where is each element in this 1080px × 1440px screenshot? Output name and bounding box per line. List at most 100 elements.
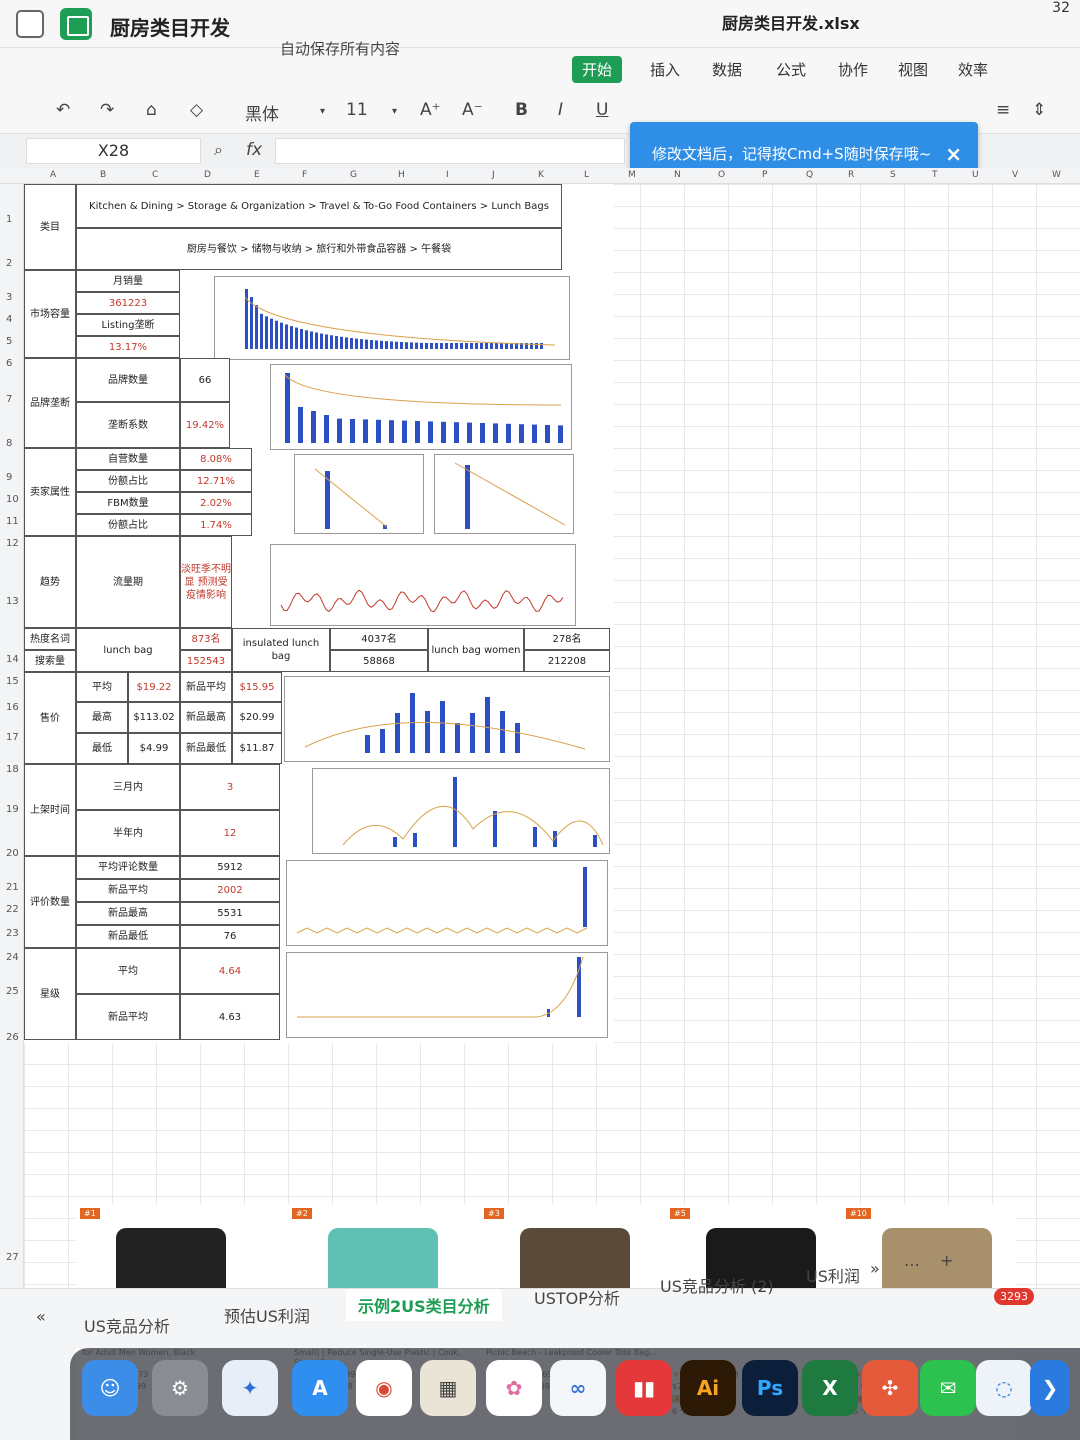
- three-month-label[interactable]: 三月内: [76, 764, 180, 810]
- row-header[interactable]: 20: [6, 848, 19, 859]
- chevron-down-icon[interactable]: ▾: [392, 106, 397, 117]
- traffic-label[interactable]: 流量期: [76, 536, 180, 628]
- keyword-2[interactable]: insulated lunch bag: [232, 628, 330, 672]
- italic-button[interactable]: I: [558, 100, 563, 120]
- avg-price-label[interactable]: 平均: [76, 672, 128, 702]
- trend-line-chart[interactable]: [270, 544, 576, 626]
- new-avg-price-label[interactable]: 新品平均: [180, 672, 232, 702]
- chrome-icon[interactable]: ◉: [356, 1360, 412, 1416]
- row-header[interactable]: 6: [6, 358, 12, 369]
- wechat-icon[interactable]: ✉: [920, 1360, 976, 1416]
- row-header[interactable]: 23: [6, 928, 19, 939]
- photoshop-icon[interactable]: Ps: [742, 1360, 798, 1416]
- new-avg-reviews-value[interactable]: 2002: [180, 879, 280, 902]
- menu-data[interactable]: 数据: [702, 56, 752, 83]
- chat-app-icon[interactable]: ◌: [976, 1360, 1032, 1416]
- font-name-select[interactable]: 黑体: [245, 100, 279, 125]
- column-header[interactable]: I: [446, 170, 449, 180]
- hot-label[interactable]: 热度名词: [24, 628, 76, 650]
- align-right-icon[interactable]: ≡: [996, 100, 1010, 120]
- column-header[interactable]: L: [584, 170, 589, 180]
- menu-insert[interactable]: 插入: [640, 56, 690, 83]
- settings-icon[interactable]: ⚙: [152, 1360, 208, 1416]
- column-header[interactable]: F: [302, 170, 307, 180]
- row-header[interactable]: 17: [6, 732, 19, 743]
- price-label[interactable]: 售价: [24, 672, 76, 764]
- decrease-font-icon[interactable]: A⁻: [462, 100, 483, 120]
- self-count-label[interactable]: 自营数量: [76, 448, 180, 470]
- audio-app-icon[interactable]: ▮▮: [616, 1360, 672, 1416]
- trend-label[interactable]: 趋势: [24, 536, 76, 628]
- row-header[interactable]: 25: [6, 986, 19, 997]
- row-header[interactable]: 21: [6, 882, 19, 893]
- row-header[interactable]: 7: [6, 394, 12, 405]
- keyword-1-volume[interactable]: 152543: [180, 650, 232, 672]
- star-new-label[interactable]: 新品平均: [76, 994, 180, 1040]
- row-header[interactable]: 27: [6, 1252, 19, 1263]
- self-count-value[interactable]: 8.08%: [180, 448, 252, 470]
- column-header[interactable]: G: [350, 170, 357, 180]
- menu-collab[interactable]: 协作: [828, 56, 878, 83]
- mono-coef-value[interactable]: 19.42%: [180, 402, 230, 448]
- brand-label[interactable]: 品牌垄断: [24, 358, 76, 448]
- column-header[interactable]: U: [972, 170, 979, 180]
- save-icon[interactable]: [16, 10, 44, 38]
- new-max-price-label[interactable]: 新品最高: [180, 702, 232, 733]
- listing-mono-value[interactable]: 13.17%: [76, 336, 180, 358]
- seller-chart-1[interactable]: [294, 454, 424, 534]
- tab-us-competitor-2[interactable]: US竞品分析 (2): [660, 1273, 774, 1297]
- max-price-label[interactable]: 最高: [76, 702, 128, 733]
- bird-app-icon[interactable]: ✦: [222, 1360, 278, 1416]
- column-header[interactable]: V: [1012, 170, 1018, 180]
- increase-font-icon[interactable]: A⁺: [420, 100, 441, 120]
- underline-button[interactable]: U: [596, 100, 608, 120]
- row-header[interactable]: 1: [6, 214, 12, 225]
- formula-input[interactable]: [275, 138, 625, 164]
- format-painter-icon[interactable]: ⌂: [146, 100, 157, 120]
- keyword-3-rank[interactable]: 278名: [524, 628, 610, 650]
- min-price-label[interactable]: 最低: [76, 733, 128, 764]
- tab-us-profit[interactable]: US利润: [806, 1263, 860, 1287]
- category-label[interactable]: 类目: [24, 184, 76, 270]
- column-header[interactable]: H: [398, 170, 405, 180]
- row-header[interactable]: 14: [6, 654, 19, 665]
- max-price-value[interactable]: $113.02: [128, 702, 180, 733]
- font-size-select[interactable]: 11: [346, 100, 368, 120]
- finder-icon[interactable]: ☺: [82, 1360, 138, 1416]
- row-header[interactable]: 12: [6, 538, 19, 549]
- more-icon[interactable]: ⋯: [904, 1255, 920, 1274]
- keyword-1-rank[interactable]: 873名: [180, 628, 232, 650]
- row-header[interactable]: 24: [6, 952, 19, 963]
- tab-us-category-analysis[interactable]: 示例2US类目分析: [346, 1289, 502, 1321]
- column-header[interactable]: M: [628, 170, 636, 180]
- redo-icon[interactable]: ↷: [100, 100, 114, 120]
- feishu-icon[interactable]: ❯: [1030, 1360, 1070, 1416]
- fbm-label[interactable]: FBM数量: [76, 492, 180, 514]
- network-app-icon[interactable]: ∞: [550, 1360, 606, 1416]
- column-header[interactable]: W: [1052, 170, 1061, 180]
- listing-time-label[interactable]: 上架时间: [24, 764, 76, 856]
- review-label[interactable]: 评价数量: [24, 856, 76, 948]
- undo-icon[interactable]: ↶: [56, 100, 70, 120]
- star-avg-label[interactable]: 平均: [76, 948, 180, 994]
- three-month-value[interactable]: 3: [180, 764, 280, 810]
- column-header[interactable]: S: [890, 170, 896, 180]
- column-header[interactable]: N: [674, 170, 681, 180]
- archive-icon[interactable]: ▦: [420, 1360, 476, 1416]
- column-header[interactable]: B: [100, 170, 106, 180]
- search-label[interactable]: 搜索量: [24, 650, 76, 672]
- row-header[interactable]: 4: [6, 314, 12, 325]
- sheet-grid[interactable]: ABCDEFGHIJKLMNOPQRSTUVW 1 2 3 4 5 6 7 8 9 10 11 12 1…: [0, 168, 1080, 1440]
- keyword-1[interactable]: lunch bag: [76, 628, 180, 672]
- row-header[interactable]: 13: [6, 596, 19, 607]
- menu-view[interactable]: 视图: [888, 56, 938, 83]
- avg-reviews-value[interactable]: 5912: [180, 856, 280, 879]
- menu-formula[interactable]: 公式: [766, 56, 816, 83]
- seller-chart-2[interactable]: [434, 454, 574, 534]
- share2-label[interactable]: 份额占比: [76, 514, 180, 536]
- new-min-reviews-value[interactable]: 76: [180, 925, 280, 948]
- price-bar-chart[interactable]: [284, 676, 610, 762]
- reviews-chart[interactable]: [286, 860, 608, 946]
- brand-count-label[interactable]: 品牌数量: [76, 358, 180, 402]
- new-avg-price-value[interactable]: $15.95: [232, 672, 282, 702]
